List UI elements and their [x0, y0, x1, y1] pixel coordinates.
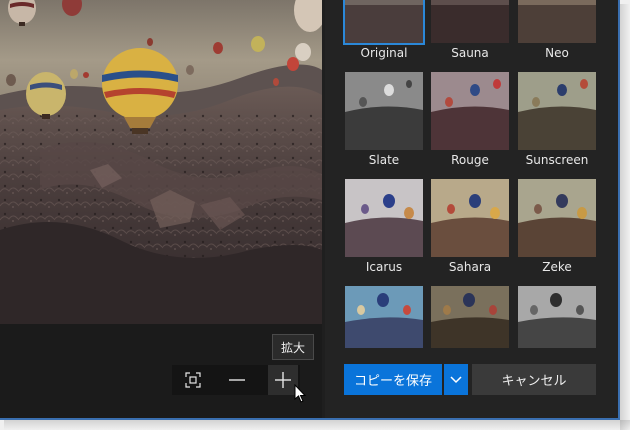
cancel-button[interactable]: キャンセル [472, 364, 596, 395]
chevron-down-icon [450, 375, 462, 383]
photo-editor-window: 拡大 Original Sauna Neo Slate Rouge Sunscr… [0, 0, 618, 418]
zoom-out-button[interactable] [222, 365, 252, 395]
filter-thumb-rouge[interactable] [431, 72, 509, 150]
filter-thumb-original[interactable] [343, 0, 425, 45]
filter-label-neo: Neo [545, 46, 569, 60]
fit-to-window-button[interactable] [178, 365, 208, 395]
filter-label-original: Original [360, 46, 408, 60]
filter-thumb-row4-3[interactable] [518, 286, 596, 348]
filter-label-sunscreen: Sunscreen [525, 153, 589, 167]
filter-label-icarus: Icarus [365, 260, 403, 274]
filter-thumb-zeke[interactable] [518, 179, 596, 257]
zoom-controls [172, 365, 300, 395]
filter-thumb-sunscreen[interactable] [518, 72, 596, 150]
zoom-in-tooltip: 拡大 [272, 334, 314, 360]
filter-label-rouge: Rouge [451, 153, 489, 167]
filter-label-sauna: Sauna [451, 46, 489, 60]
filter-label-sahara: Sahara [448, 260, 492, 274]
filter-label-slate: Slate [368, 153, 400, 167]
balloon-landscape-photo [0, 0, 322, 324]
filter-thumb-neo[interactable] [518, 0, 596, 43]
filter-thumb-row4-2[interactable] [431, 286, 509, 348]
filter-thumb-row4-1[interactable] [345, 286, 423, 348]
zoom-in-icon [275, 372, 291, 388]
save-options-dropdown[interactable] [444, 364, 468, 395]
save-copy-button[interactable]: コピーを保存 [344, 364, 442, 395]
photo-canvas[interactable] [0, 0, 322, 324]
mouse-pointer-icon [294, 383, 308, 408]
filter-thumb-sahara[interactable] [431, 179, 509, 257]
filter-thumb-icarus[interactable] [345, 179, 423, 257]
filter-thumb-sauna[interactable] [431, 0, 509, 43]
filter-label-zeke: Zeke [542, 260, 572, 274]
fit-to-window-icon [185, 372, 201, 388]
filter-thumb-slate[interactable] [345, 72, 423, 150]
zoom-out-icon [229, 379, 245, 381]
window-border [0, 418, 620, 420]
window-border [618, 0, 620, 420]
